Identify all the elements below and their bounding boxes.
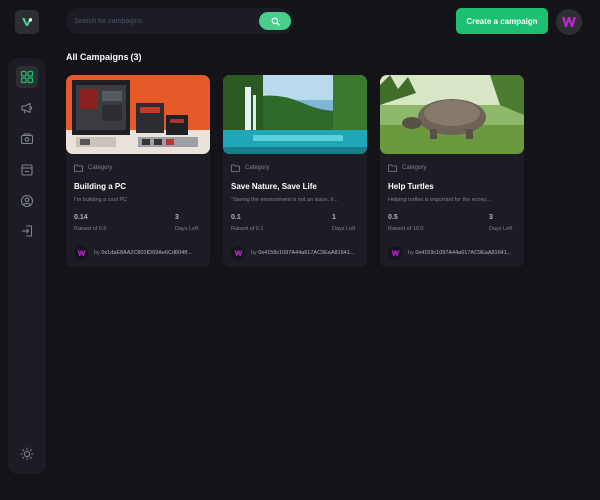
profile-icon bbox=[20, 194, 34, 208]
owner-prefix: by bbox=[251, 250, 257, 256]
dashboard-icon bbox=[20, 70, 34, 84]
owner-address: 0x1daE8AA2C801fD69Ae6Cd604ff... bbox=[101, 250, 192, 256]
raised-amount: 0.1 bbox=[231, 214, 241, 221]
category-label: Category bbox=[74, 164, 112, 172]
raised-label: Raised of 0.1 bbox=[231, 226, 264, 232]
app-logo[interactable] bbox=[15, 10, 39, 34]
owner-address: 0x4159c1097A44a617AC9EaA81641... bbox=[258, 250, 355, 256]
user-logo-icon bbox=[77, 250, 85, 256]
sidebar-item-logout[interactable] bbox=[16, 220, 38, 242]
campaign-card[interactable]: Category Help Turtles Helping turtles is… bbox=[380, 75, 524, 267]
withdraw-icon bbox=[21, 164, 33, 176]
campaign-image bbox=[380, 75, 524, 154]
logout-icon bbox=[22, 225, 33, 237]
category-label: Category bbox=[388, 164, 426, 172]
owner-prefix: by bbox=[94, 250, 100, 256]
raised-amount: 0.14 bbox=[74, 214, 88, 221]
sidebar bbox=[8, 58, 46, 474]
campaign-owner: by 0x1daE8AA2C801fD69Ae6Cd604ff... bbox=[74, 246, 206, 260]
campaign-image bbox=[223, 75, 367, 154]
owner-avatar bbox=[388, 246, 402, 260]
campaign-card[interactable]: Category Building a PC I'm building a co… bbox=[66, 75, 210, 267]
sidebar-item-withdraw[interactable] bbox=[16, 159, 38, 181]
days-left-label: Days Left bbox=[332, 226, 356, 232]
category-label: Category bbox=[231, 164, 269, 172]
owner-address: 0x4159c1097A44a617AC9EaA81641... bbox=[415, 250, 512, 256]
sidebar-item-campaign[interactable] bbox=[16, 97, 38, 119]
campaign-owner: by 0x4159c1097A44a617AC9EaA81641... bbox=[388, 246, 520, 260]
search-button[interactable] bbox=[259, 12, 291, 30]
page-title-text: All Campaigns bbox=[66, 52, 129, 62]
sun-icon bbox=[20, 447, 34, 461]
raised-label: Raised of 0.5 bbox=[74, 226, 107, 232]
profile-avatar[interactable] bbox=[556, 9, 582, 35]
campaign-card[interactable]: Category Save Nature, Save Life "Saving … bbox=[223, 75, 367, 267]
sidebar-item-payment[interactable] bbox=[16, 128, 38, 150]
owner-avatar bbox=[74, 246, 88, 260]
page-title: All Campaigns (3) bbox=[66, 52, 142, 62]
campaign-count: (3) bbox=[130, 52, 142, 62]
campaign-description: Helping turtles is important for the eco… bbox=[388, 197, 491, 203]
owner-avatar bbox=[231, 246, 245, 260]
search-bar bbox=[66, 8, 294, 34]
folder-icon bbox=[231, 164, 240, 172]
category-text: Category bbox=[402, 165, 427, 171]
payment-icon bbox=[20, 133, 34, 145]
create-campaign-button[interactable]: Create a campaign bbox=[456, 8, 548, 34]
category-text: Category bbox=[245, 165, 270, 171]
owner-prefix: by bbox=[408, 250, 414, 256]
days-left-label: Days Left bbox=[175, 226, 199, 232]
campaign-description: I'm building a cool PC bbox=[74, 197, 128, 203]
raised-label: Raised of 10.0 bbox=[388, 226, 424, 232]
raised-amount: 0.5 bbox=[388, 214, 398, 221]
days-left-value: 3 bbox=[489, 214, 493, 221]
sidebar-item-profile[interactable] bbox=[16, 190, 38, 212]
theme-toggle[interactable] bbox=[16, 443, 38, 465]
campaign-title: Save Nature, Save Life bbox=[231, 182, 317, 191]
user-logo-icon bbox=[391, 250, 399, 256]
user-logo-icon bbox=[234, 250, 242, 256]
days-left-label: Days Left bbox=[489, 226, 513, 232]
campaign-owner: by 0x4159c1097A44a617AC9EaA81641... bbox=[231, 246, 363, 260]
category-text: Category bbox=[88, 165, 113, 171]
search-icon bbox=[271, 17, 280, 26]
folder-icon bbox=[74, 164, 83, 172]
logo-icon bbox=[22, 18, 33, 26]
campaign-title: Help Turtles bbox=[388, 182, 434, 191]
search-input[interactable] bbox=[66, 16, 259, 26]
sidebar-item-dashboard[interactable] bbox=[16, 66, 38, 88]
campaign-title: Building a PC bbox=[74, 182, 126, 191]
days-left-value: 3 bbox=[175, 214, 179, 221]
user-logo-icon bbox=[562, 17, 576, 27]
campaign-image bbox=[66, 75, 210, 154]
days-left-value: 1 bbox=[332, 214, 336, 221]
campaign-description: "Saving the environment is not an issue,… bbox=[231, 197, 338, 203]
folder-icon bbox=[388, 164, 397, 172]
megaphone-icon bbox=[21, 102, 33, 114]
